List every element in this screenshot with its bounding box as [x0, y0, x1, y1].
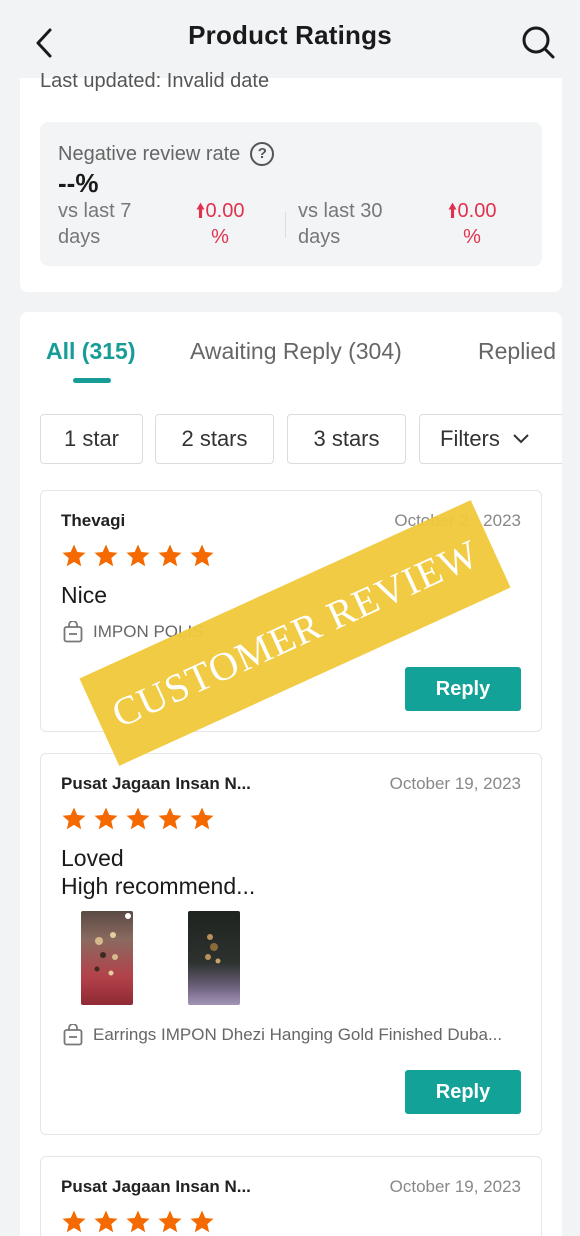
reply-button[interactable]: Reply — [405, 667, 521, 711]
star-rating — [61, 806, 215, 832]
star-icon — [190, 544, 214, 567]
star-icon — [158, 1210, 182, 1233]
filters-label: Filters — [440, 426, 500, 451]
last-updated-text: Last updated: Invalid date — [40, 70, 270, 92]
star-icon — [62, 807, 86, 830]
vs-last-7-delta-value: 0.00 — [205, 200, 245, 222]
vs-last-30-line2: days — [298, 226, 341, 248]
active-tab-indicator — [73, 378, 111, 383]
vs-last-7-line1: vs last 7 — [58, 200, 132, 222]
up-arrow-icon: 🠙 — [195, 200, 206, 222]
earring-image-icon — [205, 934, 221, 964]
up-arrow-icon: 🠙 — [447, 200, 458, 222]
chip-2-stars[interactable]: 2 stars — [155, 414, 274, 464]
star-icon — [158, 807, 182, 830]
review-date: October 19, 2023 — [389, 774, 521, 793]
back-arrow-icon[interactable] — [30, 26, 60, 60]
star-rating — [61, 543, 215, 569]
star-icon — [62, 544, 86, 567]
filter-chips: 1 star 2 stars 3 stars Filters — [40, 414, 562, 464]
help-icon[interactable]: ? — [250, 142, 275, 166]
divider — [285, 212, 286, 238]
chip-3-stars[interactable]: 3 stars — [287, 414, 406, 464]
tab-replied[interactable]: Replied — [478, 338, 556, 365]
star-icon — [94, 807, 118, 830]
shopping-bag-icon — [63, 1024, 83, 1046]
review-card: Pusat Jagaan Insan N... October 19, 2023… — [40, 753, 542, 1135]
star-icon — [190, 1210, 214, 1233]
shopping-bag-icon — [63, 621, 83, 643]
vs-last-30-delta-line1: 🠙0.00 — [432, 198, 512, 224]
tab-all[interactable]: All (315) — [46, 338, 135, 365]
review-card: Pusat Jagaan Insan N... October 19, 2023 — [40, 1156, 542, 1236]
review-text-line1: Nice — [61, 582, 108, 608]
review-photo[interactable] — [188, 911, 240, 1005]
search-icon[interactable] — [520, 24, 556, 60]
vs-last-7-days-label: vs last 7 days — [58, 198, 158, 250]
reviewer-name: Thevagi — [61, 511, 126, 530]
star-icon — [190, 807, 214, 830]
vs-last-7-line2: days — [58, 226, 101, 248]
star-icon — [126, 807, 150, 830]
star-icon — [126, 544, 150, 567]
review-text: Loved High recommend... — [61, 844, 255, 900]
vs-last-30-delta-unit: % — [463, 226, 481, 248]
review-text-line1: Loved — [61, 845, 124, 871]
review-photo[interactable] — [81, 911, 133, 1005]
reviewer-name: Pusat Jagaan Insan N... — [61, 1177, 251, 1196]
summary-card: Last updated: Invalid date Negative revi… — [20, 70, 562, 292]
review-product: Earrings IMPON Dhezi Hanging Gold Finish… — [63, 1024, 502, 1046]
reply-button[interactable]: Reply — [405, 1070, 521, 1114]
review-date-tail: 2023 — [483, 511, 521, 530]
vs-last-30-days-label: vs last 30 days — [298, 198, 398, 250]
vs-last-7-delta-line1: 🠙0.00 — [180, 198, 260, 224]
page-title: Product Ratings — [188, 19, 392, 50]
review-text-line2: High recommend... — [61, 873, 256, 899]
negative-review-rate-label: Negative review rate — [58, 142, 241, 165]
vs-last-7-delta-unit: % — [211, 226, 229, 248]
vs-last-30-delta-value: 0.00 — [457, 200, 497, 222]
filters-dropdown[interactable]: Filters — [419, 414, 562, 464]
star-icon — [158, 544, 182, 567]
review-date: October 19, 2023 — [389, 1177, 521, 1196]
star-icon — [62, 1210, 86, 1233]
reviews-card: All (315) Awaiting Reply (304) Replied 1… — [20, 312, 562, 1236]
star-icon — [126, 1210, 150, 1233]
negative-review-rate-value: --% — [58, 168, 99, 198]
top-bar: Product Ratings — [0, 0, 580, 78]
star-icon — [94, 544, 118, 567]
earring-image-icon — [94, 913, 131, 976]
tab-awaiting-reply[interactable]: Awaiting Reply (304) — [190, 338, 402, 365]
review-tabs: All (315) Awaiting Reply (304) Replied — [20, 312, 562, 392]
chip-1-star[interactable]: 1 star — [40, 414, 143, 464]
review-text: Nice — [61, 581, 107, 609]
star-rating — [61, 1209, 215, 1235]
product-name: Earrings IMPON Dhezi Hanging Gold Finish… — [93, 1025, 503, 1044]
vs-last-30-line1: vs last 30 — [298, 200, 383, 222]
vs-last-7-delta: 🠙0.00 % — [180, 198, 260, 250]
reviewer-name: Pusat Jagaan Insan N... — [61, 774, 251, 793]
negative-review-rate-header: Negative review rate ? — [58, 142, 275, 166]
chevron-down-icon — [513, 434, 529, 444]
vs-last-30-delta: 🠙0.00 % — [432, 198, 512, 250]
star-icon — [94, 1210, 118, 1233]
negative-review-rate-panel: Negative review rate ? --% vs last 7 day… — [40, 122, 542, 266]
